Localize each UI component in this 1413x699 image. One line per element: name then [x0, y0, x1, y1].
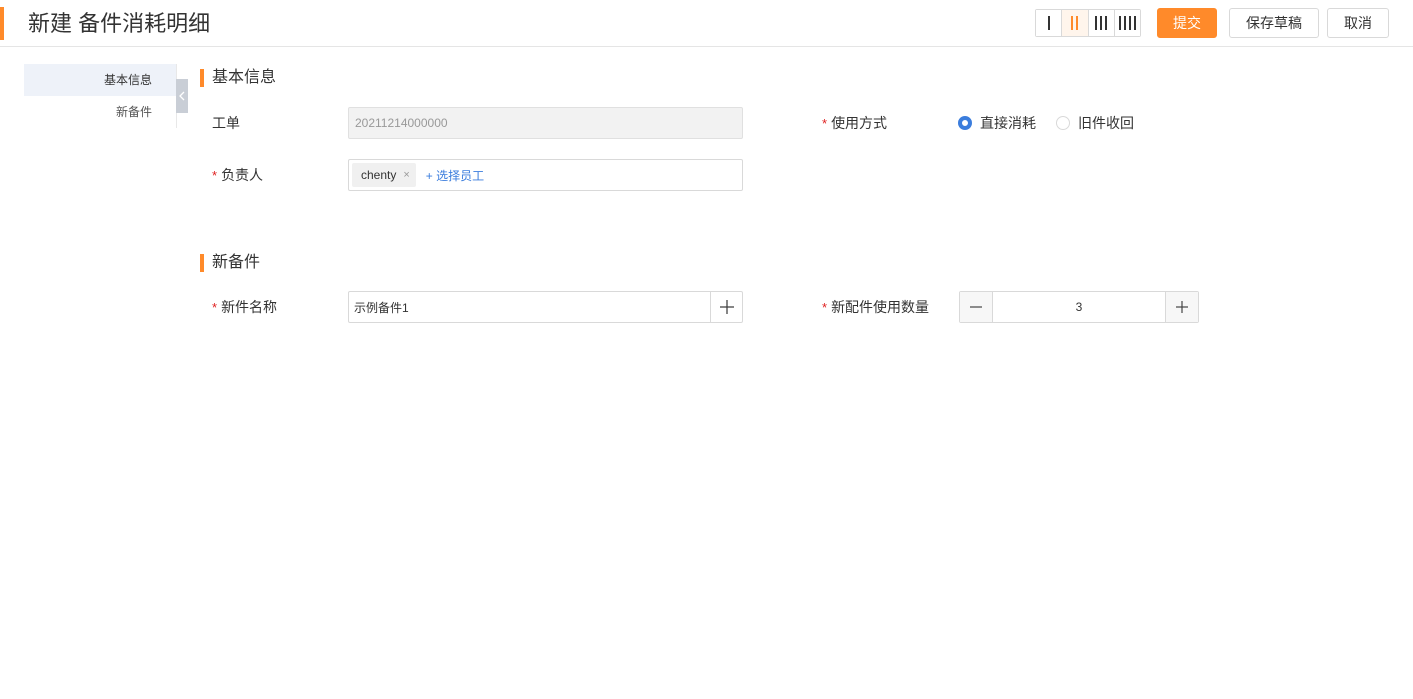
required-asterisk: * — [822, 116, 828, 131]
part-name-input[interactable] — [349, 292, 710, 322]
layout-3-column-button[interactable] — [1088, 10, 1115, 36]
owner-tag: chenty × — [352, 163, 416, 187]
part-name-label-text: 新件名称 — [221, 299, 278, 315]
qty-label: * 新配件使用数量 — [822, 297, 929, 318]
part-name-field — [348, 291, 743, 323]
usage-label: * 使用方式 — [822, 113, 887, 134]
header-accent-bar — [0, 7, 4, 40]
work-order-label-text: 工单 — [212, 115, 240, 131]
radio-checked-icon — [958, 116, 972, 130]
layout-2-column-button[interactable] — [1062, 10, 1089, 36]
page-title: 新建 备件消耗明细 — [28, 11, 211, 36]
cancel-button[interactable]: 取消 — [1327, 8, 1389, 38]
minus-icon — [970, 306, 982, 308]
select-staff-link[interactable]: + 选择员工 — [426, 167, 484, 184]
radio-unchecked-icon — [1056, 116, 1070, 130]
work-order-field: 20211214000000 — [348, 107, 743, 139]
four-column-icon — [1118, 16, 1136, 30]
radio-old-part-return[interactable]: 旧件收回 — [1056, 113, 1134, 133]
part-name-label: * 新件名称 — [212, 297, 277, 318]
qty-label-text: 新配件使用数量 — [831, 299, 930, 315]
usage-radio-group: 直接消耗 旧件收回 — [958, 113, 1154, 133]
page-header: 新建 备件消耗明细 提交 保存草稿 取消 — [0, 0, 1413, 47]
owner-tag-label: chenty — [361, 168, 397, 182]
required-asterisk: * — [212, 300, 218, 315]
section-nav: 基本信息 新备件 — [24, 64, 177, 128]
plus-icon — [719, 300, 734, 314]
layout-column-switcher — [1035, 9, 1141, 37]
quantity-stepper: 3 — [959, 291, 1199, 323]
two-column-icon — [1071, 16, 1079, 30]
plus-icon — [1176, 301, 1188, 313]
increment-button[interactable] — [1165, 292, 1198, 322]
usage-label-text: 使用方式 — [831, 115, 888, 131]
section-title-basic-info: 基本信息 — [200, 69, 276, 87]
radio-direct-consume[interactable]: 直接消耗 — [958, 113, 1036, 133]
required-asterisk: * — [822, 300, 828, 315]
required-asterisk: * — [212, 168, 218, 183]
layout-1-column-button[interactable] — [1036, 10, 1063, 36]
radio-old-part-return-label: 旧件收回 — [1078, 115, 1134, 131]
chevron-left-icon — [179, 91, 185, 101]
section-title-new-parts: 新备件 — [200, 254, 260, 272]
submit-button[interactable]: 提交 — [1157, 8, 1217, 38]
three-column-icon — [1095, 16, 1108, 30]
nav-item-new-parts[interactable]: 新备件 — [24, 96, 176, 128]
collapse-nav-button[interactable] — [176, 79, 188, 113]
save-draft-button[interactable]: 保存草稿 — [1229, 8, 1319, 38]
one-column-icon — [1047, 16, 1050, 30]
radio-direct-consume-label: 直接消耗 — [980, 115, 1036, 131]
owner-label-text: 负责人 — [221, 167, 264, 183]
owner-staff-picker[interactable]: chenty × + 选择员工 — [348, 159, 743, 191]
quantity-value[interactable]: 3 — [993, 292, 1165, 322]
work-order-label: 工单 — [212, 113, 240, 133]
decrement-button[interactable] — [960, 292, 993, 322]
nav-item-basic-info[interactable]: 基本信息 — [24, 64, 176, 96]
add-part-button[interactable] — [710, 292, 742, 322]
close-icon[interactable]: × — [403, 169, 409, 181]
owner-label: * 负责人 — [212, 165, 263, 186]
layout-4-column-button[interactable] — [1114, 10, 1140, 36]
